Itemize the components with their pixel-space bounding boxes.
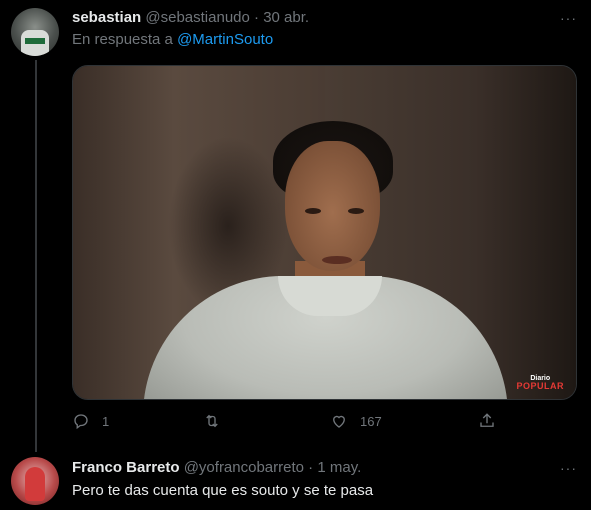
retweet-button[interactable]: [203, 412, 233, 430]
avatar[interactable]: [11, 8, 59, 56]
watermark-logo: Diario POPULAR: [516, 375, 564, 391]
like-count: 167: [360, 413, 382, 429]
more-icon[interactable]: ···: [560, 10, 577, 26]
user-handle[interactable]: @sebastianudo: [145, 9, 249, 26]
reply-icon: [74, 414, 88, 430]
watermark-bottom: POPULAR: [516, 381, 564, 391]
reply-context: En respuesta a @MartinSouto: [72, 31, 273, 48]
avatar[interactable]: [11, 457, 59, 505]
tweet-header: sebastian @sebastianudo · 30 abr.: [72, 9, 309, 26]
reply-button[interactable]: 1: [72, 412, 109, 430]
more-icon[interactable]: ···: [560, 460, 577, 476]
photo-face: [285, 141, 380, 271]
separator-dot: ·: [308, 459, 314, 476]
thread-connector-line: [35, 60, 37, 452]
separator-dot: ·: [254, 9, 260, 26]
display-name[interactable]: sebastian: [72, 9, 141, 26]
reply-count: 1: [102, 413, 110, 429]
tweet-header: Franco Barreto @yofrancobarreto · 1 may.: [72, 459, 361, 476]
tweet-media-image[interactable]: Diario POPULAR: [72, 65, 577, 400]
user-handle[interactable]: @yofrancobarreto: [184, 459, 304, 476]
avatar-figure: [25, 467, 45, 501]
tweet-date[interactable]: 1 may.: [317, 459, 361, 476]
tweet-actions: 1 167: [72, 412, 497, 436]
reply-mention-link[interactable]: @MartinSouto: [177, 31, 273, 48]
avatar-stripe: [25, 38, 45, 44]
reply-prefix: En respuesta a: [72, 31, 173, 48]
display-name[interactable]: Franco Barreto: [72, 459, 180, 476]
share-button[interactable]: [478, 412, 496, 430]
retweet-icon: [206, 414, 218, 428]
tweet-text: Pero te das cuenta que es souto y se te …: [72, 482, 374, 499]
share-icon: [480, 413, 494, 427]
heart-icon: [333, 415, 345, 428]
photo-mouth: [322, 256, 352, 264]
photo-eye-right: [348, 208, 364, 214]
tweet-date[interactable]: 30 abr.: [263, 9, 309, 26]
photo-eye-left: [305, 208, 321, 214]
like-button[interactable]: 167: [330, 412, 382, 430]
